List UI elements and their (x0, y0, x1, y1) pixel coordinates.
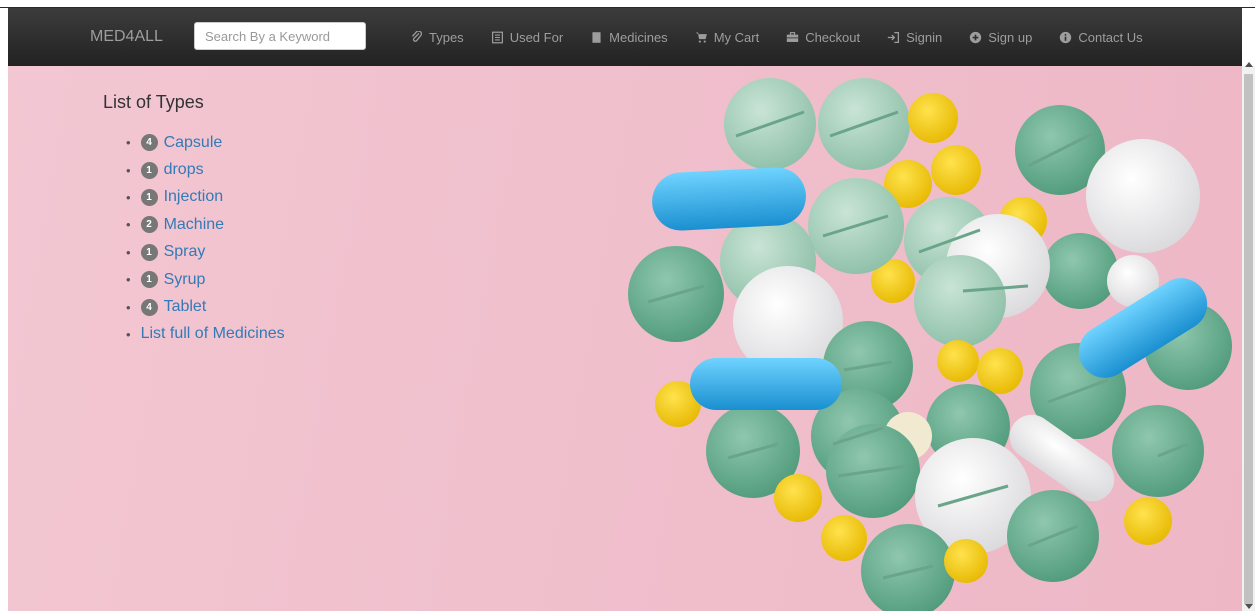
cart-icon (695, 32, 707, 43)
nav-my-cart[interactable]: My Cart (695, 29, 760, 45)
count-badge: 4 (140, 298, 158, 316)
brand-logo[interactable]: MED4ALL (90, 28, 163, 46)
main-content: List of Types 4 Capsule 1 drops 1 Injection… (8, 66, 1242, 611)
nav-used-for[interactable]: Used For (491, 30, 563, 45)
nav-sign-up[interactable]: Sign up (969, 30, 1032, 45)
list-item: 4 Capsule (122, 129, 285, 156)
count-badge: 1 (140, 188, 158, 206)
list-item: 1 drops (122, 156, 285, 183)
page-title: List of Types (103, 92, 204, 112)
nav-checkout-label: Checkout (805, 29, 861, 45)
nav-medicines-label: Medicines (609, 29, 668, 45)
types-list: 4 Capsule 1 drops 1 Injection 2 Machine 1 Spr… (122, 129, 285, 348)
type-link-machine[interactable]: Machine (164, 216, 224, 234)
nav-menu: Types Used For Medicines My Cart Checkou… (410, 8, 1170, 66)
nav-contact-us-label: Contact Us (1078, 29, 1143, 45)
type-link-drops[interactable]: drops (164, 161, 204, 179)
plus-circle-icon (970, 31, 982, 43)
scroll-up-icon[interactable] (1245, 62, 1253, 67)
scrollbar-thumb[interactable] (1244, 74, 1253, 604)
full-list-link[interactable]: List full of Medicines (141, 325, 285, 343)
list-item: List full of Medicines (122, 321, 285, 348)
nav-my-cart-label: My Cart (713, 29, 760, 45)
count-badge: 1 (140, 243, 158, 261)
book-icon (592, 31, 601, 43)
nav-checkout[interactable]: Checkout (786, 30, 860, 45)
list-item: 1 Syrup (122, 266, 285, 293)
briefcase-icon (787, 31, 799, 42)
list-item: 1 Injection (122, 184, 285, 211)
nav-signin[interactable]: Signin (887, 30, 942, 45)
type-link-tablet[interactable]: Tablet (164, 298, 207, 316)
count-badge: 1 (140, 271, 158, 289)
list-icon (491, 31, 503, 43)
navbar: MED4ALL Types Used For Medicines My Cart… (8, 8, 1242, 67)
type-link-syrup[interactable]: Syrup (164, 271, 206, 289)
search-input[interactable] (194, 22, 366, 50)
list-item: 1 Spray (122, 239, 285, 266)
type-link-injection[interactable]: Injection (164, 188, 224, 206)
nav-sign-up-label: Sign up (988, 29, 1033, 45)
pill-cluster (628, 78, 1232, 611)
info-circle-icon (1060, 31, 1072, 43)
count-badge: 4 (140, 134, 158, 152)
type-link-capsule[interactable]: Capsule (164, 134, 223, 152)
window-top-strip (0, 0, 1255, 8)
login-icon (887, 31, 900, 43)
scroll-down-icon[interactable] (1245, 604, 1253, 609)
nav-types[interactable]: Types (410, 30, 464, 45)
type-link-spray[interactable]: Spray (164, 243, 206, 261)
paperclip-icon (411, 30, 423, 42)
nav-types-label: Types (429, 29, 464, 45)
nav-signin-label: Signin (906, 29, 943, 45)
vertical-scrollbar[interactable] (1242, 62, 1255, 611)
nav-medicines[interactable]: Medicines (590, 30, 668, 45)
list-item: 2 Machine (122, 211, 285, 238)
list-item: 4 Tablet (122, 293, 285, 320)
nav-contact-us[interactable]: Contact Us (1059, 29, 1143, 45)
nav-used-for-label: Used For (509, 29, 564, 45)
count-badge: 1 (140, 161, 158, 179)
count-badge: 2 (140, 216, 158, 234)
